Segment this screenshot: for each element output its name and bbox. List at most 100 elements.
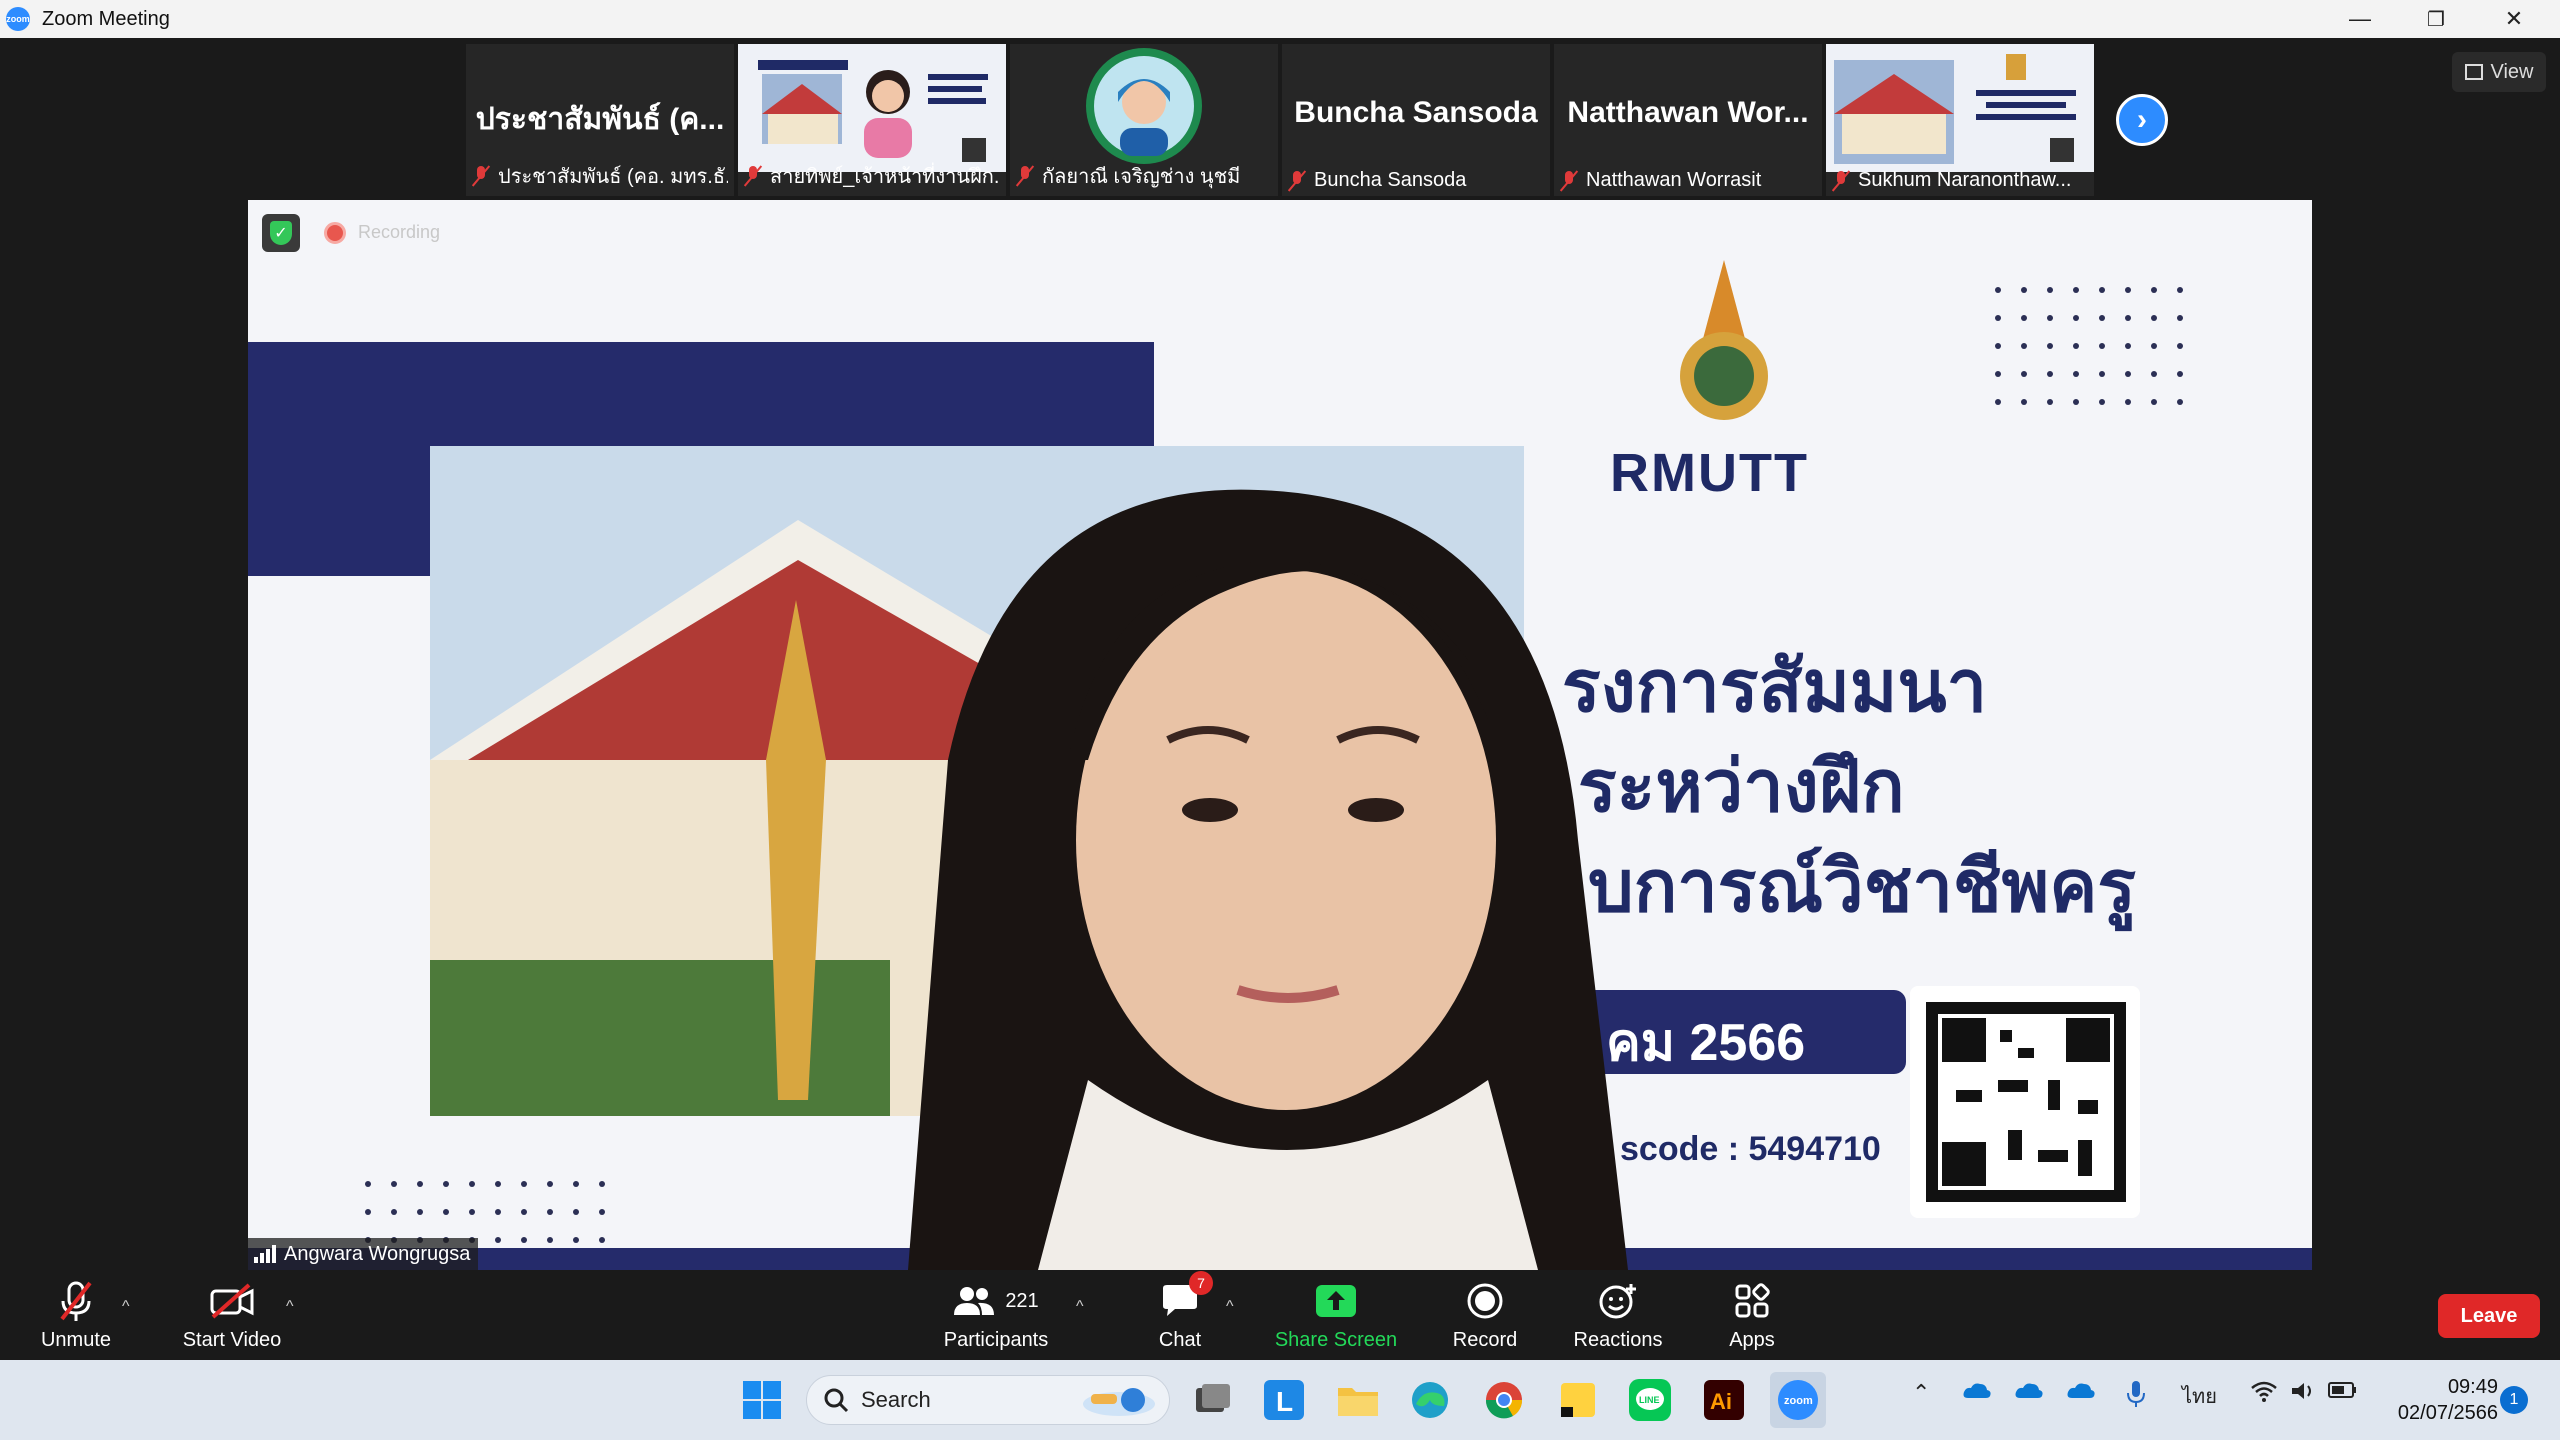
record-icon: [1467, 1279, 1503, 1323]
participant-tile[interactable]: Sukhum Naranonthaw...: [1826, 44, 2094, 196]
apps-label: Apps: [1729, 1329, 1775, 1351]
grid-view-icon: [2464, 64, 2483, 80]
participant-video: [738, 44, 1006, 172]
view-label: View: [2490, 60, 2534, 83]
participant-caption: Natthawan Worrasit: [1560, 169, 1816, 192]
slide-logo-text: RMUTT: [1610, 443, 1809, 503]
slide-passcode: scode : 5494710: [1620, 1130, 1881, 1168]
windows-start-icon[interactable]: [734, 1372, 790, 1428]
battery-icon[interactable]: [2328, 1380, 2358, 1406]
next-page-arrow-icon[interactable]: ›: [2116, 94, 2168, 146]
windows-taskbar: Search L LINE Ai zoom ⌃ ไทย 09:49 02/07/…: [0, 1360, 2560, 1440]
chrome-browser-icon[interactable]: [1476, 1372, 1532, 1428]
participant-caption: กัลยาณี เจริญช่าง นุชมี: [1016, 160, 1272, 192]
edge-browser-icon[interactable]: [1402, 1372, 1458, 1428]
apps-button[interactable]: Apps: [1722, 1270, 1782, 1360]
participant-tile[interactable]: สายทิพย์_เจ้าหน้าที่งานฝึก...: [738, 44, 1006, 196]
share-screen-label: Share Screen: [1274, 1329, 1398, 1351]
restore-button[interactable]: ❐: [2398, 0, 2474, 38]
encryption-shield-icon[interactable]: ✓: [262, 214, 300, 252]
speaker-name: Angwara Wongrugsa: [284, 1242, 471, 1265]
participant-caption-text: สายทิพย์_เจ้าหน้าที่งานฝึก...: [770, 166, 1000, 188]
svg-text:zoom: zoom: [1784, 1395, 1813, 1407]
mic-muted-icon: [1832, 170, 1850, 192]
chat-icon: 7: [1161, 1271, 1213, 1323]
mic-muted-icon: [1288, 170, 1306, 192]
slide-title-line-1: รงการสัมมนา: [1562, 647, 1988, 727]
notification-badge[interactable]: 1: [2500, 1386, 2528, 1414]
search-label: Search: [861, 1387, 931, 1412]
zoom-app-icon: zoom: [6, 7, 30, 31]
view-button[interactable]: View: [2452, 52, 2546, 92]
slide-date: คม 2566: [1606, 1014, 1806, 1072]
l-app-icon[interactable]: L: [1256, 1372, 1312, 1428]
show-hidden-icons-chevron-icon[interactable]: ⌃: [1912, 1380, 1930, 1406]
recording-label: Recording: [358, 222, 441, 242]
microphone-icon[interactable]: [2126, 1380, 2146, 1414]
unmute-button[interactable]: Unmute: [30, 1270, 122, 1360]
record-label: Record: [1452, 1329, 1518, 1351]
taskbar-search[interactable]: Search: [806, 1375, 1170, 1425]
video-off-icon: [209, 1279, 255, 1323]
svg-text:L: L: [1276, 1386, 1293, 1417]
microphone-muted-icon: [56, 1279, 96, 1323]
clock-date: 02/07/2566: [2397, 1402, 2498, 1424]
participant-tile[interactable]: Buncha Sansoda Buncha Sansoda: [1282, 44, 1550, 196]
sticky-notes-icon[interactable]: [1550, 1372, 1606, 1428]
reactions-smiley-icon: [1598, 1279, 1638, 1323]
chat-button[interactable]: 7 Chat: [1150, 1270, 1213, 1360]
onedrive-icon[interactable]: [2014, 1380, 2044, 1406]
participants-count: 221: [1005, 1289, 1039, 1312]
clock-time: 09:49: [2447, 1376, 2498, 1398]
task-view-icon[interactable]: [1184, 1372, 1240, 1428]
volume-icon[interactable]: [2290, 1380, 2316, 1408]
input-language[interactable]: ไทย: [2182, 1380, 2217, 1412]
chat-options-caret-icon[interactable]: ^: [1226, 1298, 1234, 1316]
taskbar-clock[interactable]: 09:49 02/07/2566: [2378, 1374, 2498, 1426]
participant-caption: Sukhum Naranonthaw...: [1832, 169, 2088, 192]
zoom-taskbar-icon[interactable]: zoom: [1770, 1372, 1826, 1428]
participant-tile[interactable]: ประชาสัมพันธ์ (ค... ประชาสัมพันธ์ (คอ. ม…: [466, 44, 734, 196]
participants-button[interactable]: 221 Participants: [938, 1270, 1054, 1360]
illustrator-icon[interactable]: Ai: [1696, 1372, 1752, 1428]
participants-icon: 221: [953, 1279, 1039, 1323]
participants-label: Participants: [943, 1329, 1049, 1351]
speaker-name-tag: Angwara Wongrugsa: [248, 1238, 479, 1270]
window-title: Zoom Meeting: [42, 7, 170, 30]
file-explorer-icon[interactable]: [1330, 1372, 1386, 1428]
wifi-icon[interactable]: [2250, 1380, 2278, 1408]
mic-muted-icon: [472, 165, 490, 187]
leave-button[interactable]: Leave: [2438, 1294, 2540, 1338]
participant-avatar: [1010, 44, 1278, 172]
participant-caption-text: ประชาสัมพันธ์ (คอ. มทร.ธั...: [498, 166, 728, 188]
participant-name-large: Buncha Sansoda: [1294, 96, 1538, 129]
line-app-icon[interactable]: LINE: [1622, 1372, 1678, 1428]
onedrive-icon[interactable]: [1962, 1380, 1992, 1406]
participant-name-large: ประชาสัมพันธ์ (ค...: [475, 103, 725, 136]
mic-muted-icon: [1560, 170, 1578, 192]
active-speaker-video: ✓ Recording RMUTT รงการสัมมนา ระหว่างฝึก…: [248, 200, 2312, 1270]
participant-strip: ประชาสัมพันธ์ (ค... ประชาสัมพันธ์ (คอ. ม…: [466, 44, 2094, 196]
slide-title-line-2: ระหว่างฝึก: [1578, 747, 1905, 827]
participant-caption: ประชาสัมพันธ์ (คอ. มทร.ธั...: [472, 160, 728, 192]
record-button[interactable]: Record: [1446, 1270, 1524, 1360]
share-screen-button[interactable]: Share Screen: [1270, 1270, 1402, 1360]
participant-video: [1826, 44, 2094, 172]
video-options-caret-icon[interactable]: ^: [286, 1298, 294, 1316]
participant-tile[interactable]: Natthawan Wor... Natthawan Worrasit: [1554, 44, 1822, 196]
participant-tile[interactable]: กัลยาณี เจริญช่าง นุชมี: [1010, 44, 1278, 196]
search-icon: [824, 1388, 849, 1413]
start-video-button[interactable]: Start Video: [176, 1270, 288, 1360]
minimize-button[interactable]: —: [2322, 0, 2398, 38]
reactions-button[interactable]: Reactions: [1568, 1270, 1668, 1360]
unmute-label: Unmute: [40, 1329, 112, 1351]
slide-title-line-3: บการณ์วิชาชีพครู: [1588, 847, 2137, 927]
onedrive-icon[interactable]: [2066, 1380, 2096, 1406]
audio-options-caret-icon[interactable]: ^: [122, 1298, 130, 1316]
close-button[interactable]: ✕: [2476, 0, 2552, 38]
search-highlight-icon: [1083, 1388, 1155, 1416]
recording-indicator-icon: [324, 222, 346, 244]
apps-icon: [1734, 1279, 1770, 1323]
speaker-video-frame: [248, 200, 2312, 1270]
participants-options-caret-icon[interactable]: ^: [1076, 1298, 1084, 1316]
